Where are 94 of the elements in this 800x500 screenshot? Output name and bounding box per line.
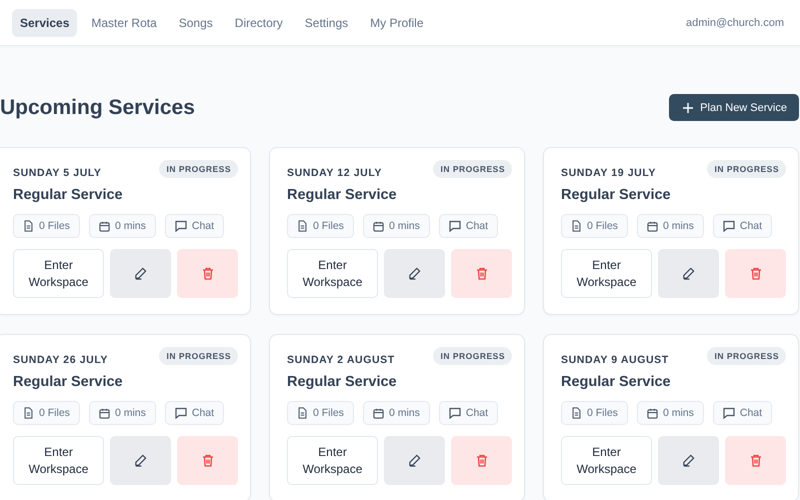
nav-tab[interactable]: Services [12, 8, 78, 36]
service-date: SUNDAY 9 AUGUST [561, 354, 669, 366]
delete-button[interactable] [177, 249, 238, 298]
edit-button[interactable] [658, 249, 719, 298]
chat-button[interactable]: Chat [164, 214, 224, 238]
delete-button[interactable] [177, 436, 238, 485]
chat-icon [448, 220, 461, 232]
duration-chip[interactable]: 0 mins [88, 401, 156, 425]
chat-icon [174, 220, 187, 232]
status-badge: IN PROGRESS [707, 160, 786, 178]
pencil-icon [682, 267, 695, 280]
trash-icon [750, 454, 762, 467]
calendar-icon [372, 220, 384, 232]
duration-chip[interactable]: 0 mins [636, 401, 704, 425]
service-title: Regular Service [287, 374, 398, 390]
service-date: SUNDAY 12 JULY [287, 167, 382, 179]
nav-tab[interactable]: Directory [226, 8, 291, 36]
pencil-icon [408, 454, 421, 467]
status-badge: IN PROGRESS [159, 160, 238, 178]
chat-button[interactable]: Chat [712, 401, 772, 425]
duration-chip[interactable]: 0 mins [362, 214, 430, 238]
nav-tab[interactable]: Songs [170, 8, 221, 36]
service-title: Regular Service [561, 374, 672, 390]
chat-button[interactable]: Chat [438, 401, 498, 425]
files-chip[interactable]: 0 Files [287, 214, 354, 238]
trash-icon [202, 454, 214, 467]
files-chip[interactable]: 0 Files [13, 401, 80, 425]
enter-workspace-button[interactable]: Enter Workspace [561, 249, 652, 298]
enter-workspace-button[interactable]: Enter Workspace [561, 436, 652, 485]
delete-button[interactable] [725, 249, 786, 298]
service-date: SUNDAY 26 JULY [13, 354, 108, 366]
plan-new-service-button[interactable]: Plan New Service [669, 94, 799, 121]
pencil-icon [134, 454, 147, 467]
enter-workspace-button[interactable]: Enter Workspace [13, 436, 104, 485]
chat-icon [722, 220, 735, 232]
document-icon [297, 407, 308, 419]
document-icon [23, 407, 34, 419]
service-title: Regular Service [13, 187, 124, 203]
files-chip[interactable]: 0 Files [561, 214, 628, 238]
edit-button[interactable] [384, 436, 445, 485]
delete-button[interactable] [725, 436, 786, 485]
status-badge: IN PROGRESS [433, 160, 512, 178]
service-date: SUNDAY 19 JULY [561, 167, 656, 179]
delete-button[interactable] [451, 436, 512, 485]
files-chip[interactable]: 0 Files [13, 214, 80, 238]
calendar-icon [646, 408, 658, 418]
service-date: SUNDAY 5 JULY [13, 167, 102, 179]
edit-button[interactable] [110, 249, 171, 298]
duration-chip[interactable]: 0 mins [636, 214, 704, 238]
nav-tab[interactable]: My Profile [362, 8, 432, 36]
service-title: Regular Service [13, 374, 124, 390]
document-icon [297, 220, 308, 232]
trash-icon [750, 267, 762, 280]
trash-icon [476, 267, 488, 280]
document-icon [23, 220, 34, 232]
user-email: admin@church.com [686, 16, 784, 28]
enter-workspace-button[interactable]: Enter Workspace [287, 436, 378, 485]
duration-chip[interactable]: 0 mins [88, 214, 156, 238]
enter-workspace-button[interactable]: Enter Workspace [287, 249, 378, 298]
page-heading: Upcoming Services [0, 96, 195, 120]
files-chip[interactable]: 0 Files [561, 401, 628, 425]
chat-button[interactable]: Chat [712, 214, 772, 238]
chat-button[interactable]: Chat [438, 214, 498, 238]
edit-button[interactable] [658, 436, 719, 485]
nav-tab[interactable]: Master Rota [83, 8, 165, 36]
enter-workspace-button[interactable]: Enter Workspace [13, 249, 104, 298]
trash-icon [476, 454, 488, 467]
files-chip[interactable]: 0 Files [287, 401, 354, 425]
document-icon [571, 407, 582, 419]
pencil-icon [682, 454, 695, 467]
delete-button[interactable] [451, 249, 512, 298]
service-title: Regular Service [561, 187, 672, 203]
edit-button[interactable] [110, 436, 171, 485]
chat-icon [174, 407, 187, 419]
calendar-icon [98, 408, 110, 418]
plus-icon [683, 102, 694, 112]
chat-icon [448, 407, 461, 419]
status-badge: IN PROGRESS [707, 347, 786, 365]
pencil-icon [134, 267, 147, 280]
calendar-icon [372, 408, 384, 418]
service-date: SUNDAY 2 AUGUST [287, 354, 395, 366]
service-title: Regular Service [287, 187, 398, 203]
calendar-icon [646, 220, 658, 232]
document-icon [571, 220, 582, 232]
status-badge: IN PROGRESS [159, 347, 238, 365]
calendar-icon [98, 220, 110, 232]
edit-button[interactable] [384, 249, 445, 298]
trash-icon [202, 267, 214, 280]
status-badge: IN PROGRESS [433, 347, 512, 365]
chat-icon [722, 407, 735, 419]
pencil-icon [408, 267, 421, 280]
nav-tab[interactable]: Settings [296, 8, 356, 36]
duration-chip[interactable]: 0 mins [362, 401, 430, 425]
chat-button[interactable]: Chat [164, 401, 224, 425]
